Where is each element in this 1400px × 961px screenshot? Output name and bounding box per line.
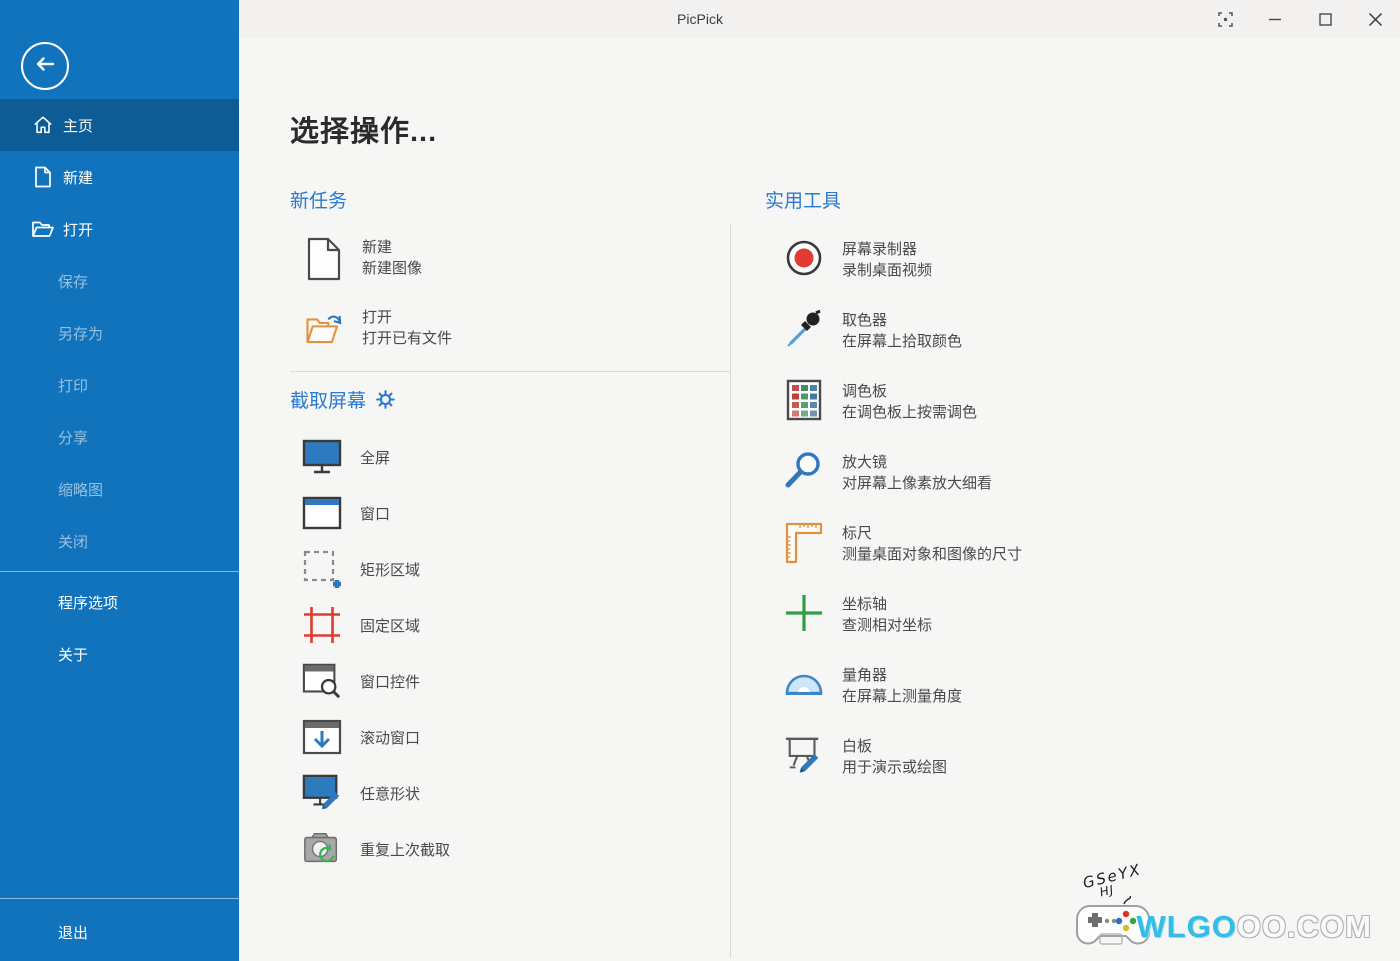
tool-item-color-picker[interactable]: 取色器 在屏幕上拾取颜色	[765, 308, 1235, 359]
fullscreen-icon	[302, 437, 342, 477]
page-title: 选择操作...	[290, 116, 438, 148]
capture-item-repeat-last[interactable]: 重复上次截取	[290, 821, 730, 877]
sidebar: 主页 新建 打开 保存 另存为 打印 分享 缩略图 关闭 程序选项 关于 退出	[0, 0, 239, 961]
arrow-left-icon	[32, 51, 58, 82]
open-file-icon	[304, 305, 344, 353]
tool-item-screen-recorder[interactable]: 屏幕录制器 录制桌面视频	[765, 237, 1235, 288]
sidebar-item-save-as[interactable]: 另存为	[0, 307, 239, 359]
capture-item-freehand[interactable]: 任意形状	[290, 765, 730, 821]
tool-item-protractor[interactable]: 量角器 在屏幕上测量角度	[765, 663, 1235, 714]
tool-item-color-palette[interactable]: 调色板 在调色板上按需调色	[765, 379, 1235, 430]
task-item-open[interactable]: 打开 打开已有文件	[290, 305, 730, 353]
tool-item-crosshair[interactable]: 坐标轴 查测相对坐标	[765, 592, 1235, 643]
tool-item-whiteboard[interactable]: 白板 用于演示或绘图	[765, 734, 1235, 785]
capture-item-fullscreen[interactable]: 全屏	[290, 429, 730, 485]
window-icon	[302, 493, 342, 533]
sidebar-item-label: 主页	[63, 117, 94, 135]
watermark: GSeYX HJ WLGOOO.COM	[1076, 860, 1372, 957]
capture-item-rectangle-region[interactable]: 矩形区域	[290, 541, 730, 597]
color-picker-icon	[784, 308, 824, 350]
gear-icon[interactable]	[375, 389, 396, 410]
color-palette-icon	[784, 379, 824, 421]
rectangle-region-icon	[302, 549, 342, 589]
capture-item-window[interactable]: 窗口	[290, 485, 730, 541]
open-folder-icon	[31, 217, 55, 241]
capture-item-fixed-region[interactable]: 固定区域	[290, 597, 730, 653]
section-separator	[290, 371, 730, 372]
sidebar-item-label: 新建	[63, 169, 94, 187]
sidebar-separator-bottom	[0, 898, 239, 899]
sidebar-item-label: 打开	[63, 221, 94, 239]
sidebar-separator	[0, 571, 239, 572]
capture-item-window-control[interactable]: 窗口控件	[290, 653, 730, 709]
ruler-icon	[784, 521, 824, 564]
column-divider	[730, 223, 731, 958]
titlebar: PicPick	[239, 0, 1400, 38]
sidebar-item-save[interactable]: 保存	[0, 255, 239, 307]
screen-recorder-icon	[784, 237, 824, 279]
fixed-region-icon	[302, 605, 342, 645]
watermark-site-text: WLGOOO.COM	[1136, 908, 1372, 944]
window-control-icon	[302, 661, 342, 701]
tool-item-ruler[interactable]: 标尺 测量桌面对象和图像的尺寸	[765, 521, 1235, 572]
freehand-icon	[302, 773, 342, 813]
sidebar-item-exit[interactable]: 退出	[0, 903, 239, 961]
close-button[interactable]	[1350, 0, 1400, 38]
sidebar-item-close[interactable]: 关闭	[0, 515, 239, 567]
sidebar-item-share[interactable]: 分享	[0, 411, 239, 463]
home-icon	[31, 113, 55, 137]
sidebar-item-print[interactable]: 打印	[0, 359, 239, 411]
main-content: 选择操作... 新任务 新建 新建图像 打开 打开已有文件 截取屏幕 全屏 窗口…	[239, 38, 1400, 961]
capture-corners-icon[interactable]	[1200, 0, 1250, 38]
maximize-button[interactable]	[1300, 0, 1350, 38]
capture-item-scrolling-window[interactable]: 滚动窗口	[290, 709, 730, 765]
whiteboard-icon	[784, 734, 824, 776]
section-header-capture: 截取屏幕	[290, 386, 730, 413]
section-header-new-task: 新任务	[290, 191, 348, 212]
task-item-new[interactable]: 新建 新建图像	[290, 235, 730, 283]
sidebar-item-new[interactable]: 新建	[0, 151, 239, 203]
sidebar-item-thumbnail[interactable]: 缩略图	[0, 463, 239, 515]
window-title: PicPick	[677, 11, 723, 27]
new-image-icon	[304, 235, 344, 283]
scrolling-window-icon	[302, 717, 342, 757]
repeat-capture-icon	[302, 829, 342, 869]
sidebar-item-home[interactable]: 主页	[0, 99, 239, 151]
minimize-button[interactable]	[1250, 0, 1300, 38]
section-header-tools: 实用工具	[765, 191, 842, 212]
crosshair-icon	[784, 592, 824, 634]
sidebar-item-open[interactable]: 打开	[0, 203, 239, 255]
back-button[interactable]	[21, 42, 69, 90]
tool-item-magnifier[interactable]: 放大镜 对屏幕上像素放大细看	[765, 450, 1235, 501]
sidebar-item-program-options[interactable]: 程序选项	[0, 576, 239, 628]
magnifier-icon	[784, 450, 824, 492]
sidebar-item-about[interactable]: 关于	[0, 628, 239, 680]
new-document-icon	[31, 165, 55, 189]
protractor-icon	[784, 663, 824, 705]
